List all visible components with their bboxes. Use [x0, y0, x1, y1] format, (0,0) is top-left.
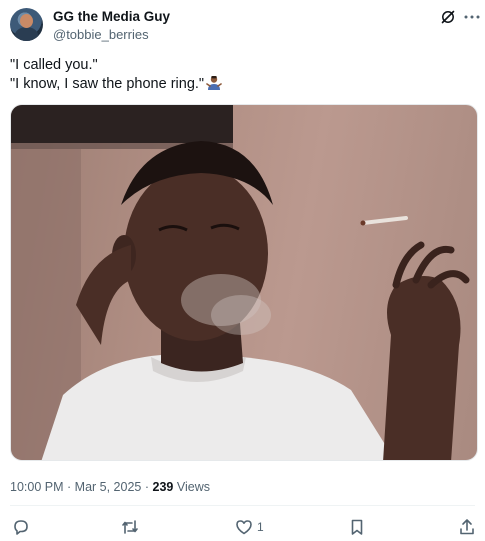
bookmark-button[interactable] [348, 517, 366, 537]
user-handle[interactable]: @tobbie_berries [53, 27, 149, 43]
tweet-meta: 10:00 PM · Mar 5, 2025 · 239 Views [10, 479, 210, 495]
share-icon [460, 519, 474, 535]
display-name[interactable]: GG the Media Guy [53, 9, 170, 25]
meta-separator-2: · [144, 480, 150, 494]
tweet-line-2: "I know, I saw the phone ring." [10, 75, 470, 94]
more-icon[interactable] [463, 9, 481, 25]
divider [10, 505, 475, 506]
tweet-time[interactable]: 10:00 PM [10, 480, 64, 494]
retweet-icon [122, 520, 138, 534]
meta-separator-1: · [67, 480, 72, 494]
views-label: Views [176, 480, 210, 494]
reply-button[interactable] [12, 517, 34, 537]
tweet-date[interactable]: Mar 5, 2025 [75, 480, 142, 494]
grok-icon[interactable] [440, 9, 456, 25]
bookmark-icon [351, 519, 363, 535]
share-button[interactable] [458, 517, 476, 537]
retweet-button[interactable] [121, 517, 143, 537]
like-icon [236, 520, 252, 535]
tweet-line-1: "I called you." [10, 57, 98, 73]
reply-icon [14, 520, 28, 535]
views-count: 239 [152, 480, 174, 494]
like-button[interactable]: 1 [235, 517, 264, 537]
tweet-text: "I called you." "I know, I saw the phone… [10, 56, 470, 94]
person-shrugging-emoji [206, 76, 222, 90]
photo-illustration [11, 105, 470, 460]
tweet-card[interactable]: GG the Media Guy @tobbie_berries "I call… [0, 0, 485, 541]
avatar[interactable] [10, 8, 43, 41]
tweet-photo[interactable] [10, 104, 478, 461]
tweet-line-2-text: "I know, I saw the phone ring." [10, 76, 205, 92]
like-count: 1 [257, 520, 264, 534]
